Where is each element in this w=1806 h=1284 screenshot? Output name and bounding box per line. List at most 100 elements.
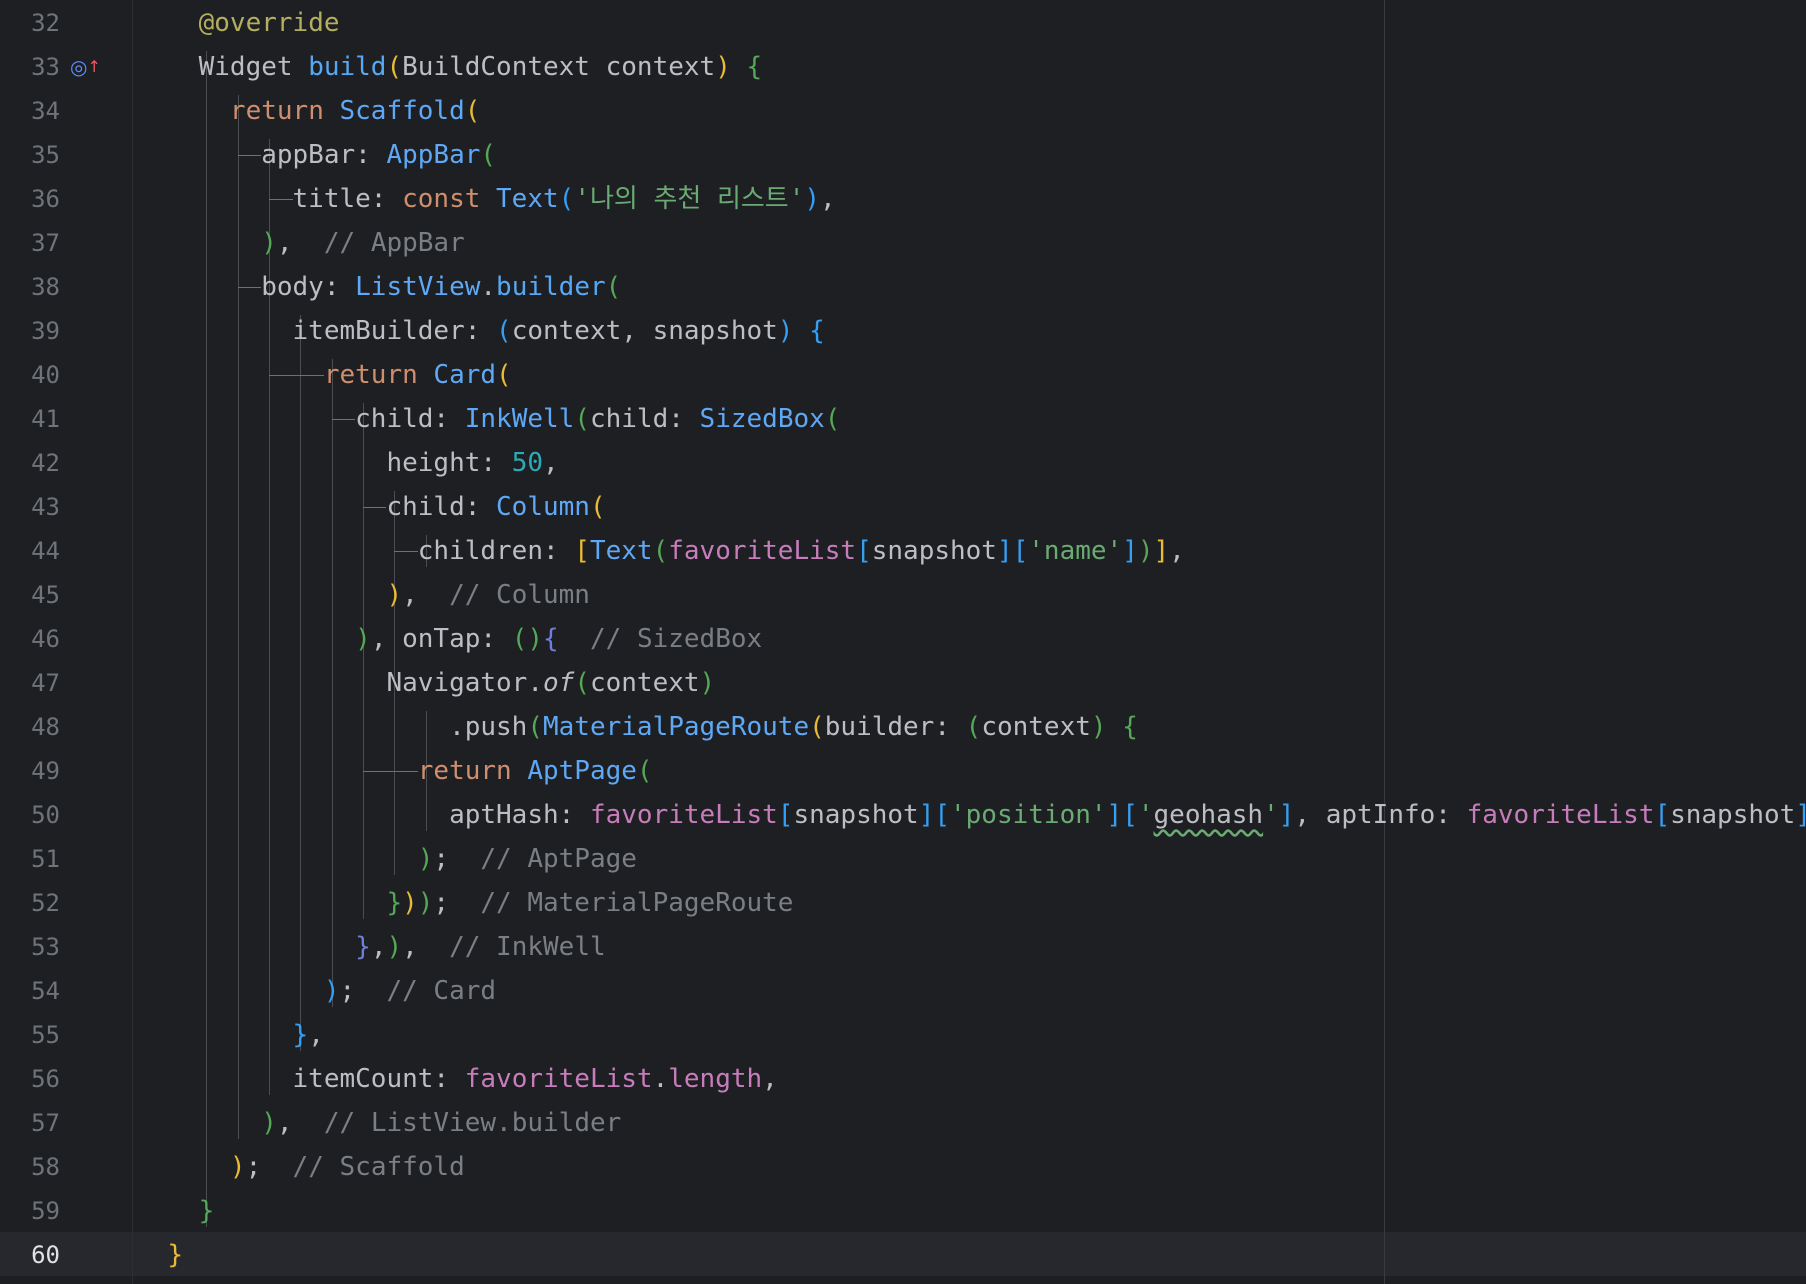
code-text[interactable]: } [136,1233,183,1277]
code-token: context [589,668,700,698]
line-number[interactable]: 39 [0,309,60,353]
code-token: ] [1153,536,1170,566]
line-number[interactable]: 56 [0,1057,60,1101]
code-text[interactable]: ); // AptPage [136,837,637,881]
code-line[interactable]: 50 aptHash: favoriteList[snapshot]['posi… [0,793,1806,837]
code-token: ' [1137,800,1154,830]
code-line[interactable]: 43 child: Column( [0,485,1806,529]
code-text[interactable]: @override [136,1,340,45]
code-line[interactable]: 58 ); // Scaffold [0,1145,1806,1189]
code-text[interactable]: })); // MaterialPageRoute [136,881,793,925]
code-token: ) [417,844,434,874]
line-number[interactable]: 49 [0,749,60,793]
code-token: ] [1122,536,1138,566]
code-text[interactable]: },), // InkWell [136,925,605,969]
code-text[interactable]: ); // Card [136,969,496,1013]
code-token: , [1169,536,1185,566]
code-line[interactable]: 59 } [0,1189,1806,1233]
code-text[interactable]: height: 50, [136,441,558,485]
code-line[interactable]: 51 ); // AptPage [0,837,1806,881]
line-number[interactable]: 54 [0,969,60,1013]
line-number[interactable]: 37 [0,221,60,265]
line-number[interactable]: 50 [0,793,60,837]
code-token: ) [699,668,716,698]
code-text[interactable]: child: InkWell(child: SizedBox( [136,397,840,441]
code-token: return [323,360,434,390]
line-number[interactable]: 60 [0,1233,60,1277]
code-line[interactable]: 40 return Card( [0,353,1806,397]
code-line[interactable]: 46 ), onTap: (){ // SizedBox [0,617,1806,661]
code-line[interactable]: 47 Navigator.of(context) [0,661,1806,705]
line-number[interactable]: 47 [0,661,60,705]
code-token: , [402,580,450,610]
code-text[interactable]: aptHash: favoriteList[snapshot]['positio… [136,793,1806,837]
code-text[interactable]: title: const Text('나의 추천 리스트'), [136,177,836,221]
code-text[interactable]: children: [Text(favoriteList[snapshot]['… [136,529,1185,573]
code-line[interactable]: 44 children: [Text(favoriteList[snapshot… [0,529,1806,573]
code-text[interactable]: itemBuilder: (context, snapshot) { [136,309,825,353]
code-text[interactable]: return Card( [136,353,512,397]
code-line[interactable]: 54 ); // Card [0,969,1806,1013]
line-number[interactable]: 58 [0,1145,60,1189]
code-line[interactable]: 35 appBar: AppBar( [0,133,1806,177]
line-number[interactable]: 52 [0,881,60,925]
code-line[interactable]: 49 return AptPage( [0,749,1806,793]
code-line[interactable]: 34 return Scaffold( [0,89,1806,133]
line-number[interactable]: 40 [0,353,60,397]
code-token: ( [605,272,622,302]
line-number[interactable]: 33 [0,45,60,89]
code-text[interactable]: ), onTap: (){ // SizedBox [136,617,762,661]
code-text[interactable]: child: Column( [136,485,605,529]
code-line[interactable]: 38 body: ListView.builder( [0,265,1806,309]
code-line[interactable]: 52 })); // MaterialPageRoute [0,881,1806,925]
code-line[interactable]: 45 ), // Column [0,573,1806,617]
code-line[interactable]: 57 ), // ListView.builder [0,1101,1806,1145]
code-line[interactable]: 37 ), // AppBar [0,221,1806,265]
line-number[interactable]: 48 [0,705,60,749]
code-text[interactable]: ), // ListView.builder [136,1101,621,1145]
code-editor[interactable]: 32 @override 33 ◎↑ Widget build(BuildConte… [0,0,1806,1284]
code-line[interactable]: 36 title: const Text('나의 추천 리스트'), [0,177,1806,221]
line-number[interactable]: 36 [0,177,60,221]
code-text[interactable]: } [136,1189,215,1233]
line-number[interactable]: 44 [0,529,60,573]
code-line[interactable]: 60 } [0,1233,1806,1277]
code-line[interactable]: 39 itemBuilder: (context, snapshot) { [0,309,1806,353]
code-text[interactable]: return Scaffold( [136,89,480,133]
code-text[interactable]: body: ListView.builder( [136,265,621,309]
line-number[interactable]: 57 [0,1101,60,1145]
line-number[interactable]: 53 [0,925,60,969]
code-text[interactable]: ), // AppBar [136,221,465,265]
line-number[interactable]: 45 [0,573,60,617]
code-line[interactable]: 41 child: InkWell(child: SizedBox( [0,397,1806,441]
code-line[interactable]: 55 }, [0,1013,1806,1057]
code-text[interactable]: .push(MaterialPageRoute(builder: (contex… [136,705,1138,749]
code-text[interactable]: Widget build(BuildContext context) { [136,45,763,89]
line-number[interactable]: 38 [0,265,60,309]
code-line[interactable]: 33 ◎↑ Widget build(BuildContext context) … [0,45,1806,89]
code-text[interactable]: appBar: AppBar( [136,133,496,177]
code-text[interactable]: ); // Scaffold [136,1145,465,1189]
line-number[interactable]: 32 [0,1,60,45]
line-number[interactable]: 42 [0,441,60,485]
code-text[interactable]: }, [136,1013,324,1057]
line-number[interactable]: 43 [0,485,60,529]
line-number[interactable]: 46 [0,617,60,661]
line-number[interactable]: 34 [0,89,60,133]
line-number[interactable]: 51 [0,837,60,881]
code-text[interactable]: Navigator.of(context) [136,661,715,705]
code-line[interactable]: 32 @override [0,1,1806,45]
line-number[interactable]: 35 [0,133,60,177]
code-text[interactable]: itemCount: favoriteList.length, [136,1057,778,1101]
line-number[interactable]: 59 [0,1189,60,1233]
code-text[interactable]: ), // Column [136,573,590,617]
code-line[interactable]: 48 .push(MaterialPageRoute(builder: (con… [0,705,1806,749]
line-number[interactable]: 41 [0,397,60,441]
code-line[interactable]: 53 },), // InkWell [0,925,1806,969]
line-number[interactable]: 55 [0,1013,60,1057]
override-implementation-icon[interactable]: ◎↑ [70,55,101,79]
code-token: ] [918,800,935,830]
code-line[interactable]: 56 itemCount: favoriteList.length, [0,1057,1806,1101]
code-text[interactable]: return AptPage( [136,749,653,793]
code-line[interactable]: 42 height: 50, [0,441,1806,485]
